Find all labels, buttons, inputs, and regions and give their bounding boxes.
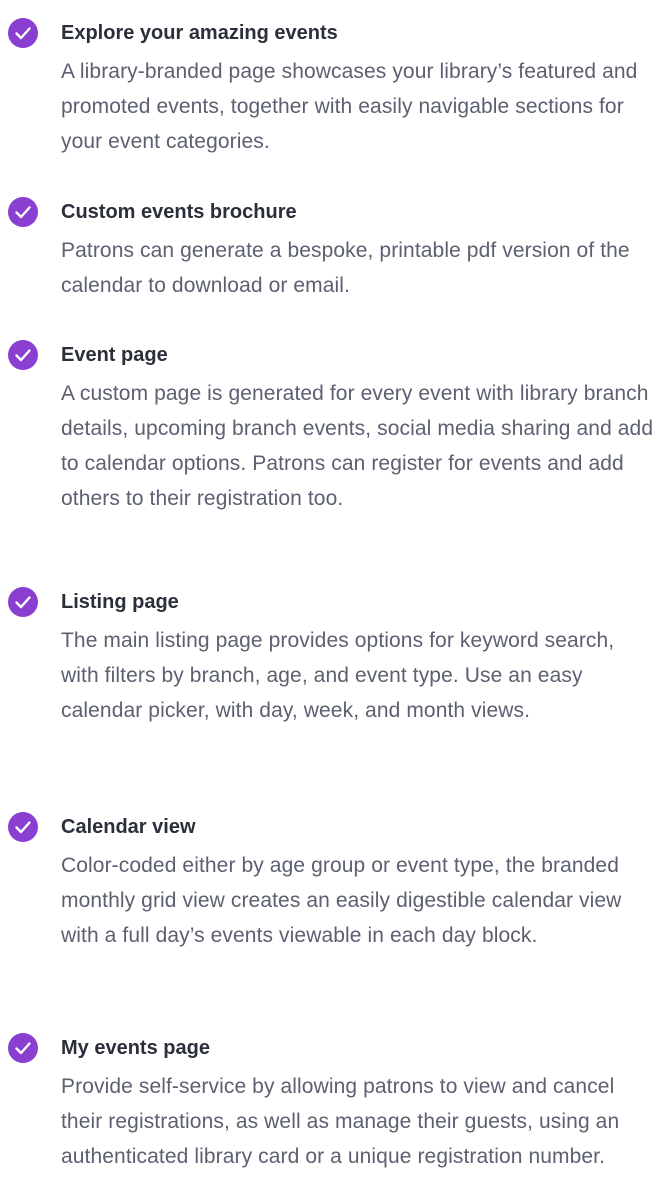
checkmark-circle-icon: [8, 197, 38, 227]
checkmark-circle-icon: [8, 812, 38, 842]
feature-description: A custom page is generated for every eve…: [61, 382, 654, 510]
checkmark-circle-icon: [8, 1033, 38, 1063]
feature-description: The main listing page provides options f…: [61, 629, 615, 722]
checkmark-circle-icon: [8, 18, 38, 48]
feature-description: A library-branded page showcases your li…: [61, 60, 638, 153]
checkmark-circle-icon: [8, 587, 38, 617]
feature-title: My events page: [61, 1037, 210, 1059]
feature-description: Patrons can generate a bespoke, printabl…: [61, 239, 630, 297]
feature-title: Explore your amazing events: [61, 22, 338, 44]
feature-title: Event page: [61, 344, 168, 366]
feature-title: Custom events brochure: [61, 201, 297, 223]
feature-title: Calendar view: [61, 816, 196, 838]
feature-description: Provide self-service by allowing patrons…: [61, 1075, 620, 1168]
checkmark-circle-icon: [8, 340, 38, 370]
feature-title: Listing page: [61, 591, 179, 613]
feature-description: Color-coded either by age group or event…: [61, 854, 622, 947]
